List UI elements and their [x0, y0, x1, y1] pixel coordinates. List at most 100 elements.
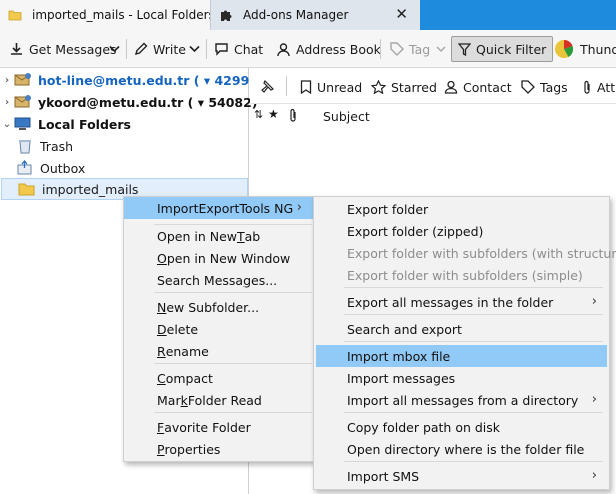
- server-account-icon: [14, 73, 31, 86]
- account-name: hot-line@metu.edu.tr: [38, 72, 190, 88]
- server-account-icon: [14, 95, 31, 108]
- thunderbird-menu-button[interactable]: Thund: [553, 36, 616, 62]
- menu-delete[interactable]: Delete: [124, 318, 314, 340]
- menu-favorite-folder[interactable]: Favorite Folder: [124, 416, 314, 438]
- chat-button[interactable]: Chat: [214, 36, 263, 62]
- address-book-icon: [277, 42, 290, 56]
- chat-icon: [215, 43, 228, 56]
- get-messages-dropdown[interactable]: [109, 36, 125, 62]
- computer-icon: [14, 117, 31, 130]
- tab-imported-mails[interactable]: imported_mails - Local Folders: [0, 0, 215, 30]
- menu-text: Open in New: [157, 228, 237, 244]
- quick-filter-label: Quick Filter: [476, 41, 547, 57]
- outbox-icon: [17, 160, 32, 175]
- unread-filter[interactable]: Unread: [300, 78, 362, 96]
- tab-addons-manager[interactable]: Add-ons Manager ✕: [210, 0, 420, 30]
- menu-search-messages[interactable]: Search Messa g es...: [124, 269, 314, 291]
- submenu-copy-folder-path[interactable]: Copy folder path on disk: [314, 416, 609, 438]
- folder-label: Outbox: [40, 160, 86, 176]
- collapse-twisty-icon[interactable]: ⌄: [0, 119, 14, 130]
- submenu-import-from-directory[interactable]: Import all messages from a directory ›: [314, 389, 609, 411]
- subject-column-header[interactable]: Subject: [323, 109, 370, 124]
- unread-label: Unread: [317, 79, 363, 95]
- tab-label: Add-ons Manager: [243, 8, 349, 22]
- expand-twisty-icon[interactable]: ›: [0, 97, 14, 108]
- menu-mark-folder-read[interactable]: Mar k Folder Read: [124, 389, 314, 411]
- folder-trash[interactable]: Trash: [0, 135, 249, 157]
- menu-accesskey: C: [157, 370, 166, 386]
- star-column-icon[interactable]: ★: [268, 107, 279, 121]
- menu-rename[interactable]: Rename: [124, 340, 314, 362]
- write-button[interactable]: Write: [134, 36, 186, 62]
- write-dropdown[interactable]: [189, 36, 205, 62]
- menu-text: elete: [166, 321, 199, 337]
- submenu-export-subfolders-structure[interactable]: Export folder with subfolders (with stru…: [314, 242, 616, 264]
- submenu-import-messages[interactable]: Import messages: [314, 367, 609, 389]
- unread-count: ( ▾ 54082): [187, 94, 258, 110]
- menu-item-label: Export folder: [347, 201, 429, 217]
- menu-accesskey: N: [157, 299, 167, 315]
- folder-label: imported_mails: [42, 181, 139, 197]
- submenu-search-and-export[interactable]: Search and export: [314, 318, 609, 340]
- menu-text: ename: [165, 343, 209, 359]
- pin-icon: [261, 80, 274, 93]
- quick-filter-button[interactable]: Quick Filter: [451, 36, 554, 62]
- menu-accesskey: k: [180, 392, 188, 408]
- filter-icon: [458, 42, 471, 56]
- chevron-down-icon: [189, 45, 200, 53]
- menu-item-label: ImportExportTools NG: [157, 200, 294, 216]
- folder-icon: [18, 183, 35, 196]
- star-icon: [371, 80, 386, 94]
- address-book-button[interactable]: Address Book: [276, 36, 381, 62]
- menu-importexporttools[interactable]: ImportExportTools NG ›: [124, 197, 314, 219]
- quick-filter-bar: Unread Starred Contact Tags Att: [250, 68, 616, 104]
- submenu-import-sms[interactable]: Import SMS ›: [314, 465, 609, 487]
- menu-accesskey: g: [243, 272, 252, 288]
- address-book-label: Address Book: [296, 41, 381, 57]
- menu-accesskey: O: [157, 250, 167, 266]
- expand-twisty-icon[interactable]: ›: [0, 75, 14, 86]
- attachment-column-icon[interactable]: [288, 108, 298, 123]
- paperclip-icon: [584, 80, 590, 94]
- menu-text: ab: [244, 228, 261, 244]
- attachment-filter[interactable]: Att: [582, 78, 615, 96]
- submenu-import-mbox-file[interactable]: Import mbox file: [316, 345, 607, 367]
- get-messages-button[interactable]: Get Messages: [9, 36, 117, 62]
- submenu-arrow-icon: ›: [591, 294, 597, 309]
- folder-account-ykoord[interactable]: › ykoord@metu.edu.tr ( ▾ 54082): [0, 91, 258, 113]
- chevron-down-icon: [109, 45, 120, 53]
- importexport-submenu: Export folder Export folder (zipped) Exp…: [313, 196, 616, 490]
- menu-open-new-window[interactable]: Open in New Window: [124, 247, 314, 269]
- menu-properties[interactable]: Properties: [124, 438, 314, 460]
- thread-column-icon[interactable]: ⇅: [254, 108, 263, 121]
- folder-account-hotline[interactable]: › hot-line@metu.edu.tr ( ▾ 4299): [0, 69, 255, 91]
- starred-label: Starred: [391, 79, 437, 95]
- folder-outbox[interactable]: Outbox: [0, 157, 249, 179]
- sticky-filter-pin[interactable]: [260, 78, 279, 96]
- submenu-export-subfolders-simple[interactable]: Export folder with subfolders (simple): [314, 264, 609, 286]
- menu-item-label: Import all messages from a directory: [347, 392, 579, 408]
- menu-text: ompact: [165, 370, 213, 386]
- menu-item-label: Import mbox file: [347, 348, 451, 364]
- submenu-export-folder[interactable]: Export folder: [314, 198, 609, 220]
- menu-new-subfolder[interactable]: New Subfolder...: [124, 296, 314, 318]
- menu-accesskey: R: [157, 343, 166, 359]
- chat-label: Chat: [234, 41, 264, 57]
- menu-item-label: Export all messages in the folder: [347, 294, 554, 310]
- menu-compact[interactable]: Compact: [124, 367, 314, 389]
- menu-open-new-tab[interactable]: Open in New Tab: [124, 225, 314, 247]
- menu-accesskey: T: [237, 228, 245, 244]
- write-label: Write: [153, 41, 187, 57]
- toolbar-separator: [206, 39, 207, 59]
- tag-button[interactable]: Tag: [390, 36, 451, 62]
- submenu-export-folder-zipped[interactable]: Export folder (zipped): [314, 220, 609, 242]
- folder-local-folders[interactable]: ⌄ Local Folders: [0, 113, 249, 135]
- submenu-export-all-messages[interactable]: Export all messages in the folder ›: [314, 291, 609, 313]
- menu-text: Search Messa: [157, 272, 244, 288]
- tags-filter[interactable]: Tags: [521, 78, 568, 96]
- bookmark-icon: [300, 80, 312, 94]
- starred-filter[interactable]: Starred: [371, 78, 437, 96]
- contact-filter[interactable]: Contact: [444, 78, 512, 96]
- close-icon[interactable]: ✕: [395, 7, 408, 22]
- submenu-open-directory[interactable]: Open directory where is the folder file: [314, 438, 609, 460]
